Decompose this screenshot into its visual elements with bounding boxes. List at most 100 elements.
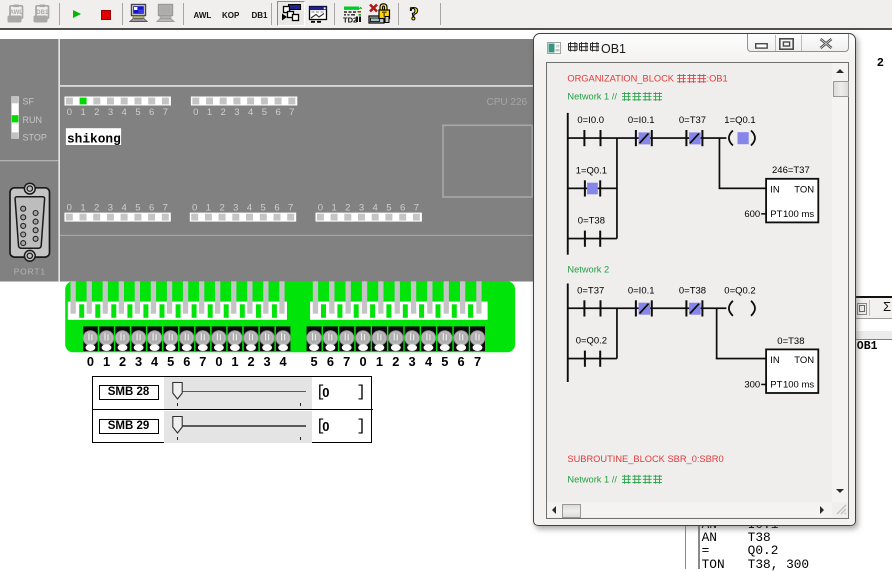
svg-text:IN: IN [770,354,780,365]
svg-text:5: 5 [135,107,140,118]
svg-text:2: 2 [94,202,99,213]
svg-text:PT: PT [770,209,782,220]
svg-text:3: 3 [108,107,113,118]
svg-text:Network 1 //: Network 1 // [567,474,617,484]
svg-text:0=T37: 0=T37 [577,285,604,296]
svg-text:0=T38: 0=T38 [679,285,706,296]
svg-text:246=T37: 246=T37 [772,165,810,176]
svg-text:STOP: STOP [23,132,47,142]
svg-text:1=Q0.1: 1=Q0.1 [724,114,755,125]
svg-text:6: 6 [274,202,279,213]
svg-text:2: 2 [392,354,399,369]
svg-text:4: 4 [151,354,159,369]
svg-text:SF: SF [23,96,35,106]
svg-text:5: 5 [135,202,140,213]
svg-text:6: 6 [458,354,465,369]
svg-text:1: 1 [231,354,238,369]
svg-text:0: 0 [87,354,94,369]
svg-text:SUBROUTINE_BLOCK SBR_0:SBR0: SUBROUTINE_BLOCK SBR_0:SBR0 [567,453,723,463]
svg-text:2: 2 [345,202,350,213]
svg-text:0: 0 [215,354,222,369]
svg-text:5: 5 [386,202,391,213]
svg-text:5: 5 [261,202,266,213]
svg-text:0: 0 [318,202,323,213]
svg-text:3: 3 [359,202,364,213]
svg-text:Network 1 //: Network 1 // [567,91,617,101]
svg-text:5: 5 [310,354,317,369]
svg-text:2: 2 [119,354,126,369]
svg-text:0: 0 [67,107,72,118]
svg-text:7: 7 [289,107,294,118]
svg-text:1=Q0.1: 1=Q0.1 [576,165,607,176]
svg-text:4: 4 [247,202,252,213]
svg-text:0=T38: 0=T38 [777,335,804,346]
svg-text:Network 2: Network 2 [567,264,609,274]
svg-text:0=I0.0: 0=I0.0 [577,114,604,125]
svg-text:1: 1 [331,202,336,213]
svg-text:4: 4 [121,202,126,213]
svg-text:0=Q0.2: 0=Q0.2 [724,285,755,296]
svg-text:7: 7 [199,354,206,369]
svg-text::OB1: :OB1 [707,73,728,83]
svg-text:100 ms: 100 ms [783,379,814,390]
svg-text:TON: TON [794,184,814,195]
svg-text:6: 6 [327,354,334,369]
svg-text:6: 6 [183,354,190,369]
svg-text:0: 0 [67,202,72,213]
svg-text:1: 1 [103,354,110,369]
svg-text:0=I0.1: 0=I0.1 [628,285,655,296]
svg-text:300: 300 [744,379,760,390]
svg-text:0=Q0.2: 0=Q0.2 [576,335,607,346]
svg-text:4: 4 [425,354,433,369]
svg-text:4: 4 [280,354,288,369]
svg-text:6: 6 [275,107,280,118]
svg-text:6: 6 [149,202,154,213]
svg-text:0=I0.1: 0=I0.1 [628,114,655,125]
svg-text:?: ? [409,4,419,25]
svg-text:1: 1 [207,107,212,118]
svg-text:5: 5 [441,354,448,369]
svg-text:7: 7 [343,354,350,369]
svg-text:PORT1: PORT1 [14,267,46,277]
svg-text:2: 2 [247,354,254,369]
svg-text:0: 0 [360,354,367,369]
svg-text:3: 3 [233,202,238,213]
svg-text:5: 5 [262,107,267,118]
svg-text:3: 3 [264,354,271,369]
svg-text:7: 7 [163,202,168,213]
svg-text:6: 6 [400,202,405,213]
svg-text:7: 7 [414,202,419,213]
svg-text:5: 5 [167,354,174,369]
svg-text:7: 7 [474,354,481,369]
svg-text:1: 1 [206,202,211,213]
svg-text:7: 7 [288,202,293,213]
svg-text:2: 2 [219,202,224,213]
svg-text:3: 3 [108,202,113,213]
svg-text:0: 0 [192,202,197,213]
svg-text:0=T37: 0=T37 [679,114,706,125]
svg-text:TON: TON [794,354,814,365]
svg-text:PT: PT [770,379,782,390]
svg-text:2: 2 [221,107,226,118]
svg-text:3: 3 [409,354,416,369]
svg-text:1: 1 [80,202,85,213]
svg-text:shikong: shikong [67,131,121,146]
svg-text:4: 4 [373,202,378,213]
svg-text:ORGANIZATION_BLOCK: ORGANIZATION_BLOCK [567,73,674,83]
svg-text:2: 2 [94,107,99,118]
svg-text:DB1: DB1 [36,10,49,16]
svg-text:600: 600 [744,209,760,220]
svg-text:AWL: AWL [10,10,24,16]
svg-text:100 ms: 100 ms [783,209,814,220]
svg-text:1: 1 [80,107,85,118]
svg-text:7: 7 [163,107,168,118]
svg-text:3: 3 [234,107,239,118]
svg-text:IN: IN [770,184,780,195]
svg-text:TD2: TD2 [343,15,357,23]
svg-text:0=T38: 0=T38 [578,215,605,226]
svg-text:6: 6 [149,107,154,118]
svg-text:3: 3 [135,354,142,369]
svg-text:1: 1 [376,354,383,369]
svg-text:CPU 226: CPU 226 [487,97,528,108]
svg-text:4: 4 [122,107,127,118]
